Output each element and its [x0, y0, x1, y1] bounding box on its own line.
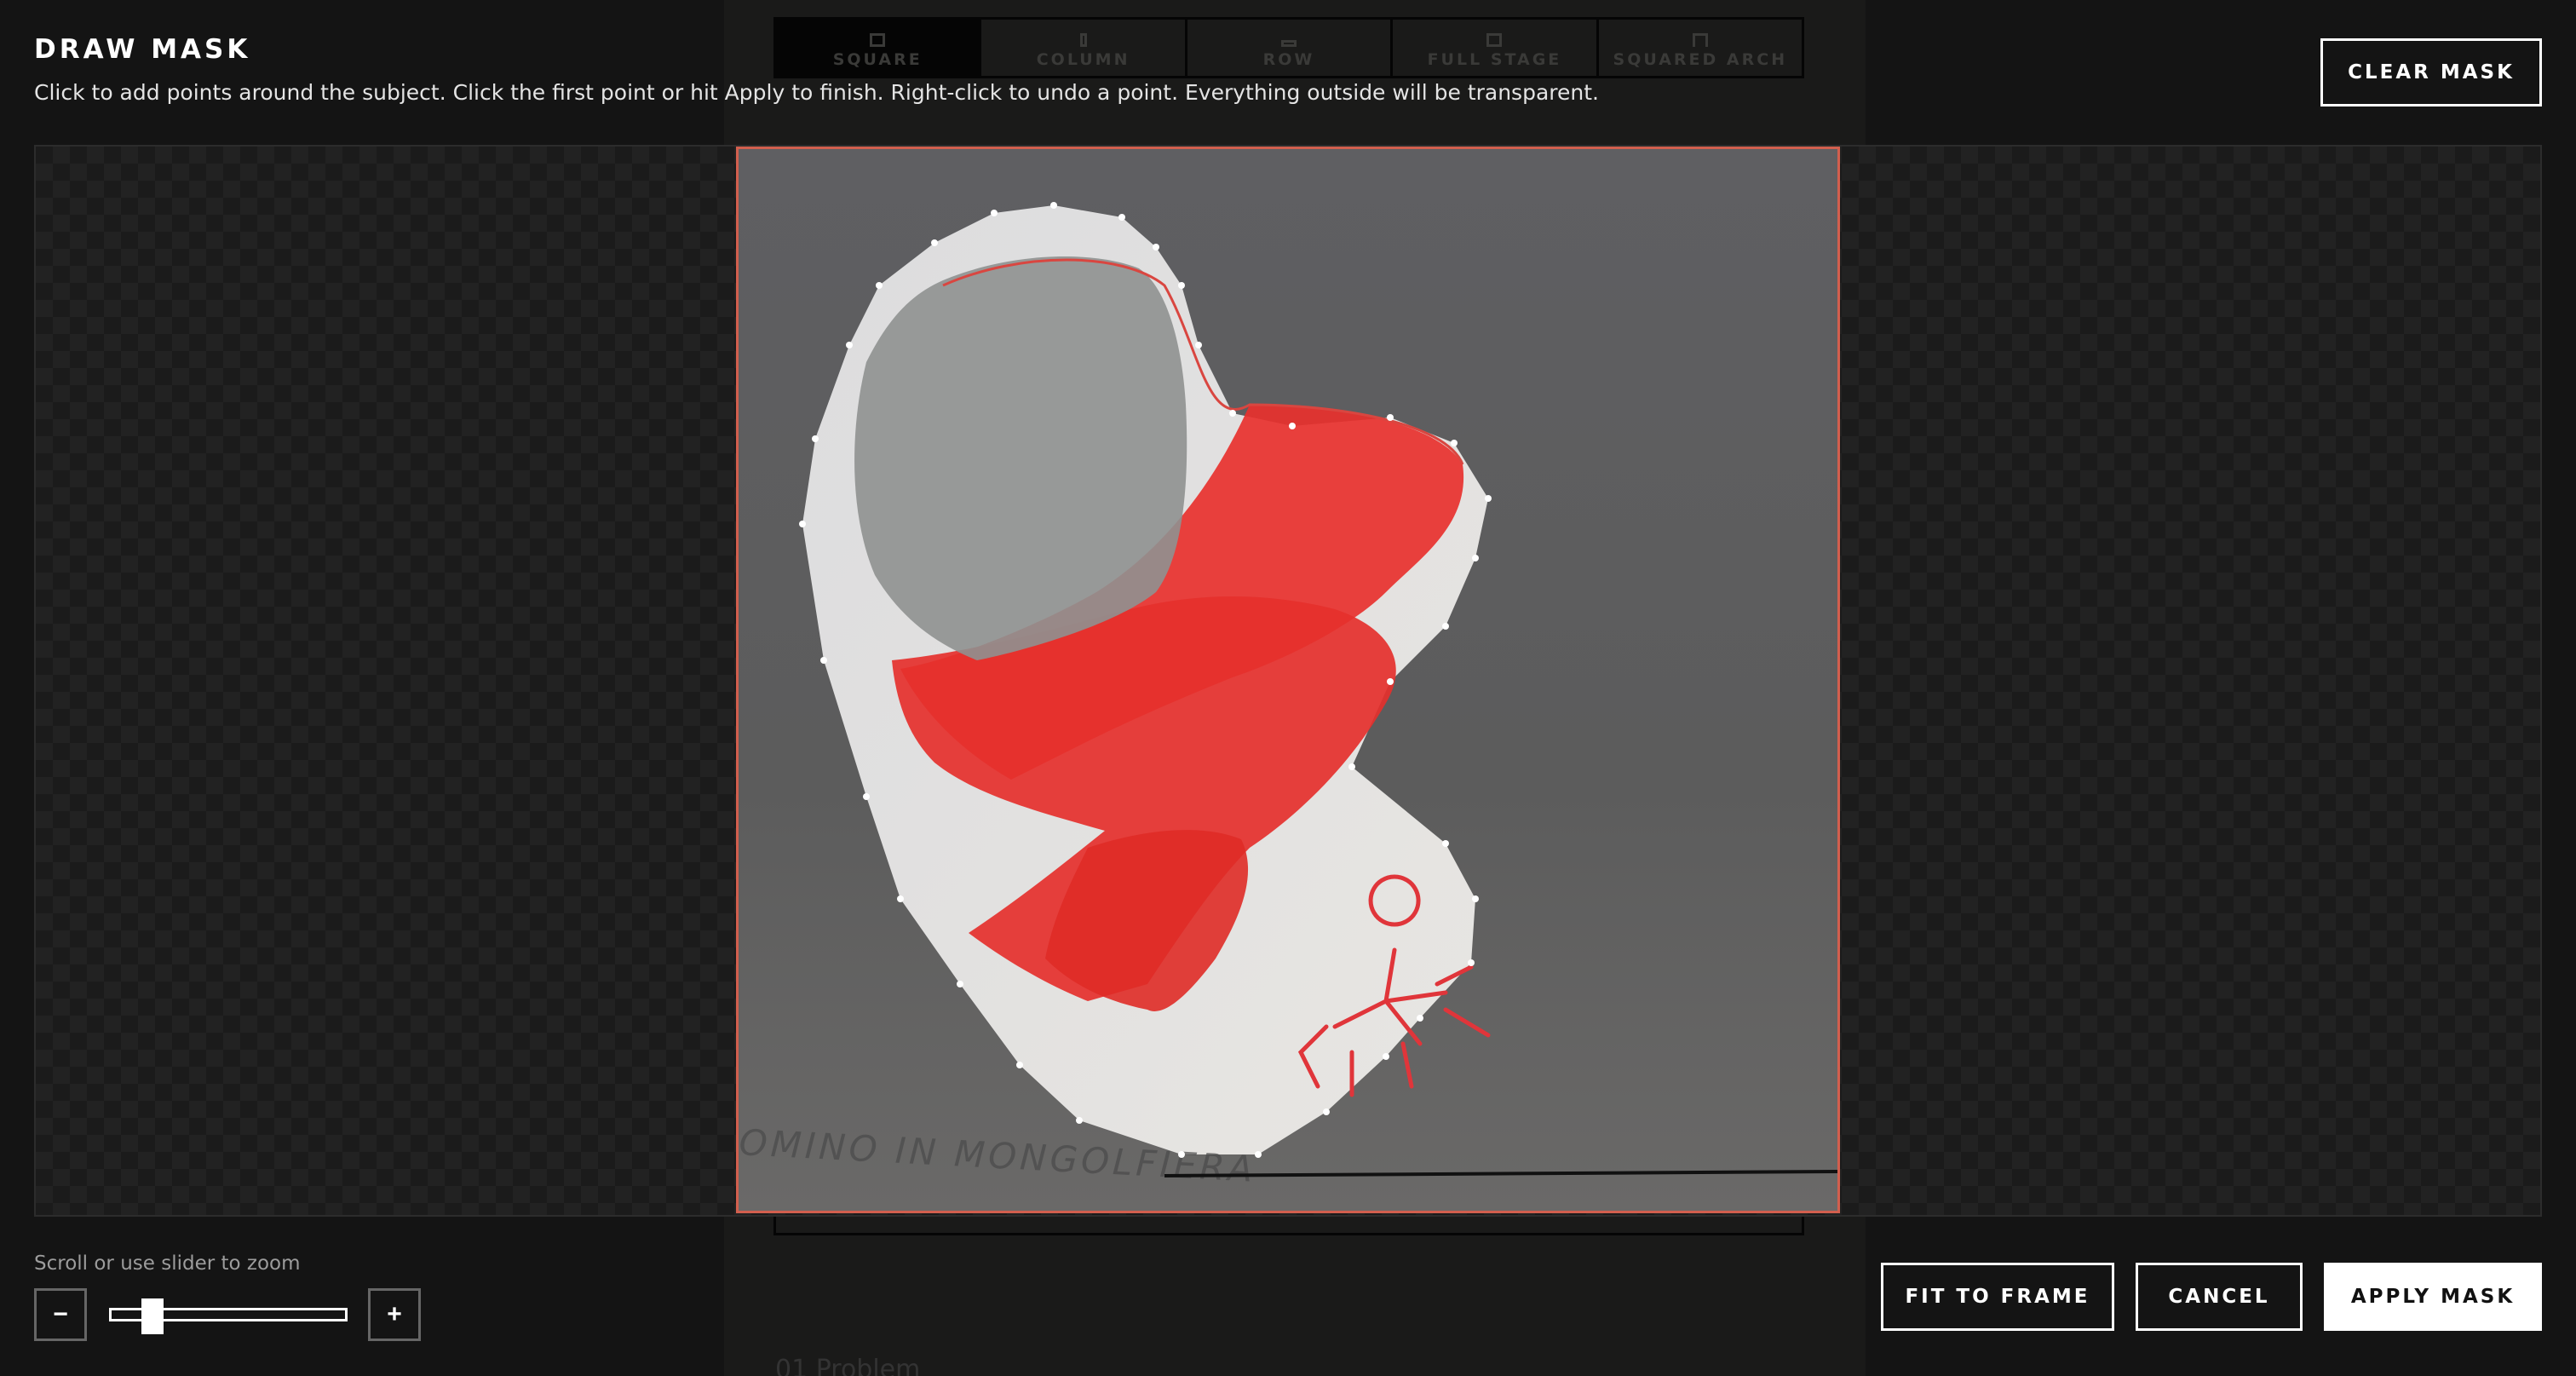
background-tool-label: SQUARED ARCH: [1613, 50, 1788, 69]
background-shape-toolbar: SQUARE COLUMN ROW FULL STAGE SQUARED ARC…: [773, 17, 1804, 78]
zoom-slider[interactable]: [109, 1298, 348, 1334]
mask-source-image[interactable]: OMINO IN MONGOLFIERA: [736, 147, 1840, 1213]
apply-mask-button[interactable]: APPLY MASK: [2324, 1263, 2542, 1331]
modal-instructions: Click to add points around the subject. …: [34, 80, 1599, 105]
grey-drawing: [854, 256, 1187, 660]
background-tool-squared-arch: SQUARED ARCH: [1599, 20, 1802, 76]
full-stage-icon: [1486, 33, 1503, 47]
fit-to-frame-button[interactable]: FIT TO FRAME: [1881, 1263, 2114, 1331]
background-tool-label: FULL STAGE: [1427, 50, 1562, 69]
arch-icon: [1692, 33, 1708, 47]
cancel-button[interactable]: CANCEL: [2136, 1263, 2303, 1331]
clear-mask-button[interactable]: CLEAR MASK: [2320, 38, 2542, 107]
zoom-hint: Scroll or use slider to zoom: [34, 1252, 301, 1275]
image-svg: OMINO IN MONGOLFIERA: [739, 149, 1837, 1211]
column-icon: [1079, 33, 1087, 47]
background-tool-label: COLUMN: [1036, 50, 1130, 69]
background-tool-row: ROW: [1187, 20, 1394, 76]
modal-title: DRAW MASK: [34, 34, 251, 65]
background-row-label: 01 Problem: [775, 1355, 921, 1376]
zoom-in-button[interactable]: +: [368, 1288, 421, 1341]
background-tool-label: SQUARE: [832, 50, 923, 69]
row-icon: [1281, 40, 1297, 47]
background-tool-column: COLUMN: [981, 20, 1187, 76]
square-icon: [870, 33, 886, 47]
zoom-slider-thumb[interactable]: [141, 1298, 164, 1334]
background-tool-square: SQUARE: [776, 20, 982, 76]
background-tool-label: ROW: [1262, 50, 1315, 69]
zoom-out-button[interactable]: −: [34, 1288, 87, 1341]
background-tool-full-stage: FULL STAGE: [1393, 20, 1599, 76]
